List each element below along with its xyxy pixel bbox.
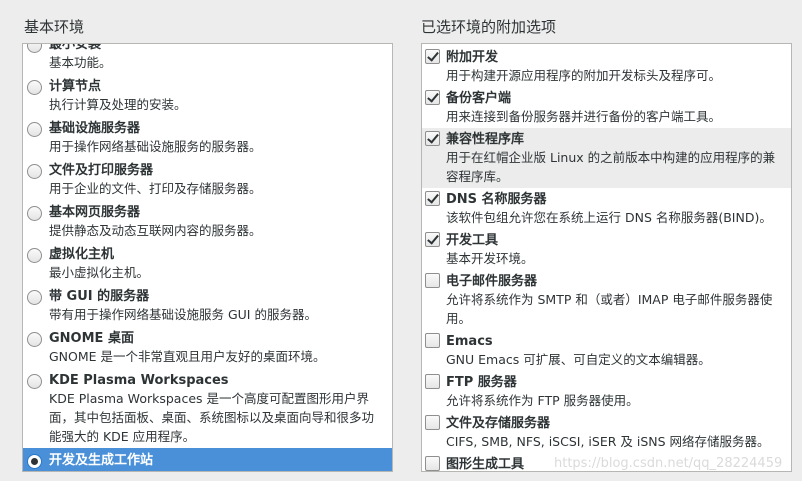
environment-option[interactable]: 虚拟化主机最小虚拟化主机。 (23, 242, 392, 284)
addon-option-description: 允许将系统作为 FTP 服务器使用。 (446, 393, 639, 408)
environment-option-title: 最小安装 (49, 43, 102, 52)
addon-option[interactable]: 附加开发用于构建开源应用程序的附加开发标头及程序可。 (422, 46, 791, 87)
environment-option-title: 开发及生成工作站 (49, 453, 154, 468)
addon-option-title: 附加开发 (446, 50, 499, 65)
addon-option-title: 兼容性程序库 (446, 132, 525, 147)
environment-option-title: 文件及打印服务器 (49, 163, 154, 178)
addon-option-description: GNU Emacs 可扩展、可自定义的文本编辑器。 (446, 352, 711, 367)
addon-option[interactable]: 兼容性程序库用于在红帽企业版 Linux 的之前版本中构建的应用程序的兼容程序库… (422, 128, 791, 188)
environment-option[interactable]: 文件及打印服务器用于企业的文件、打印及存储服务器。 (23, 158, 392, 200)
environment-option[interactable]: 基本网页服务器提供静态及动态互联网内容的服务器。 (23, 200, 392, 242)
addon-option-title: DNS 名称服务器 (446, 192, 547, 207)
checkbox-checked-icon[interactable] (425, 131, 440, 146)
environment-option-description: 带有用于操作网络基础设施服务 GUI 的服务器。 (49, 307, 317, 322)
addon-option-title: Emacs (446, 334, 493, 349)
addon-option-title: 文件及存储服务器 (446, 416, 551, 431)
radio-icon[interactable] (27, 206, 42, 221)
environment-option-description: 最小虚拟化主机。 (49, 265, 150, 280)
checkbox-checked-icon[interactable] (425, 90, 440, 105)
addon-option[interactable]: FTP 服务器允许将系统作为 FTP 服务器使用。 (422, 371, 791, 412)
environment-option-description: 执行计算及处理的安装。 (49, 97, 187, 112)
radio-icon[interactable] (27, 374, 42, 389)
radio-icon[interactable] (27, 80, 42, 95)
addon-option-description: 基本开发环境。 (446, 251, 534, 266)
addon-option-title: 电子邮件服务器 (446, 274, 538, 289)
addon-option[interactable]: Emacs GNU Emacs 可扩展、可自定义的文本编辑器。 (422, 330, 791, 371)
addon-option-description: 该软件包组允许您在系统上运行 DNS 名称服务器(BIND)。 (446, 210, 772, 225)
checkbox-icon[interactable] (425, 415, 440, 430)
environment-option-title: 基本网页服务器 (49, 205, 141, 220)
environment-option[interactable]: GNOME 桌面 GNOME 是一个非常直观且用户友好的桌面环境。 (23, 326, 392, 368)
radio-icon[interactable] (27, 290, 42, 305)
checkbox-icon[interactable] (425, 273, 440, 288)
radio-icon[interactable] (27, 164, 42, 179)
addon-option[interactable]: 文件及存储服务器 CIFS, SMB, NFS, iSCSI, iSER 及 iS… (422, 412, 791, 453)
addon-option-description: 用来连接到备份服务器并进行备份的客户端工具。 (446, 109, 722, 124)
addon-option[interactable]: 电子邮件服务器允许将系统作为 SMTP 和（或者）IMAP 电子邮件服务器使用。 (422, 270, 791, 330)
environment-option[interactable]: 基础设施服务器用于操作网络基础设施服务的服务器。 (23, 116, 392, 158)
checkbox-icon[interactable] (425, 374, 440, 389)
addon-option-description: 用于在红帽企业版 Linux 的之前版本中构建的应用程序的兼容程序库。 (446, 150, 776, 184)
addon-option-title: FTP 服务器 (446, 375, 517, 390)
radio-icon[interactable] (27, 248, 42, 263)
addon-option-title: 开发工具 (446, 233, 499, 248)
radio-icon[interactable] (27, 332, 42, 347)
environment-option-title: 计算节点 (49, 79, 102, 94)
environment-option-title: 虚拟化主机 (49, 247, 115, 262)
environment-option-description: 基本功能。 (49, 55, 112, 70)
environment-option-title: 基础设施服务器 (49, 121, 141, 136)
environment-option[interactable]: KDE Plasma Workspaces KDE Plasma Workspac… (23, 368, 392, 448)
environment-option[interactable]: 开发及生成工作站用于软件、硬件、图形或者内容开发的工作站。 (23, 448, 392, 471)
watermark: https://blog.csdn.net/qq_28224459 (554, 456, 783, 471)
environment-option-title: GNOME 桌面 (49, 331, 134, 346)
addon-option[interactable]: 备份客户端用来连接到备份服务器并进行备份的客户端工具。 (422, 87, 791, 128)
addons-heading: 已选环境的附加选项 (421, 18, 557, 36)
environment-option-description: 提供静态及动态互联网内容的服务器。 (49, 223, 262, 238)
environment-option[interactable]: 最小安装 基本功能。 (23, 43, 392, 74)
addon-option-title: 备份客户端 (446, 91, 512, 106)
environment-option-description: 用于软件、硬件、图形或者内容开发的工作站。 (49, 469, 384, 471)
radio-icon[interactable] (27, 44, 42, 53)
checkbox-checked-icon[interactable] (425, 49, 440, 64)
environment-option-title: 带 GUI 的服务器 (49, 289, 150, 304)
environment-option-description: KDE Plasma Workspaces 是一个高度可配置图形用户界面，其中包… (49, 391, 375, 444)
base-environment-heading: 基本环境 (24, 18, 85, 36)
addon-option-description: 用于构建开源应用程序的附加开发标头及程序可。 (446, 68, 722, 83)
environment-option[interactable]: 带 GUI 的服务器带有用于操作网络基础设施服务 GUI 的服务器。 (23, 284, 392, 326)
addon-option[interactable]: DNS 名称服务器该软件包组允许您在系统上运行 DNS 名称服务器(BIND)。 (422, 188, 791, 229)
checkbox-icon[interactable] (425, 333, 440, 348)
checkbox-checked-icon[interactable] (425, 191, 440, 206)
environment-option[interactable]: 计算节点执行计算及处理的安装。 (23, 74, 392, 116)
radio-selected-icon[interactable] (27, 454, 42, 469)
environment-option-title: KDE Plasma Workspaces (49, 373, 229, 388)
addon-option-description: 允许将系统作为 SMTP 和（或者）IMAP 电子邮件服务器使用。 (446, 292, 773, 326)
radio-icon[interactable] (27, 122, 42, 137)
checkbox-checked-icon[interactable] (425, 232, 440, 247)
addon-option-description: CIFS, SMB, NFS, iSCSI, iSER 及 iSNS 网络存储服… (446, 434, 770, 449)
addon-option[interactable]: 开发工具基本开发环境。 (422, 229, 791, 270)
checkbox-icon[interactable] (425, 456, 440, 471)
scrollbar[interactable] (783, 46, 789, 469)
addons-list[interactable]: 附加开发用于构建开源应用程序的附加开发标头及程序可。 备份客户端用来连接到备份服务… (421, 43, 792, 472)
environment-option-description: GNOME 是一个非常直观且用户友好的桌面环境。 (49, 349, 326, 364)
environment-option-description: 用于操作网络基础设施服务的服务器。 (49, 139, 262, 154)
environment-option-description: 用于企业的文件、打印及存储服务器。 (49, 181, 262, 196)
base-environment-list[interactable]: 最小安装基本功能。计算节点执行计算及处理的安装。 基础设施服务器用于操作网络基础设… (22, 43, 393, 472)
